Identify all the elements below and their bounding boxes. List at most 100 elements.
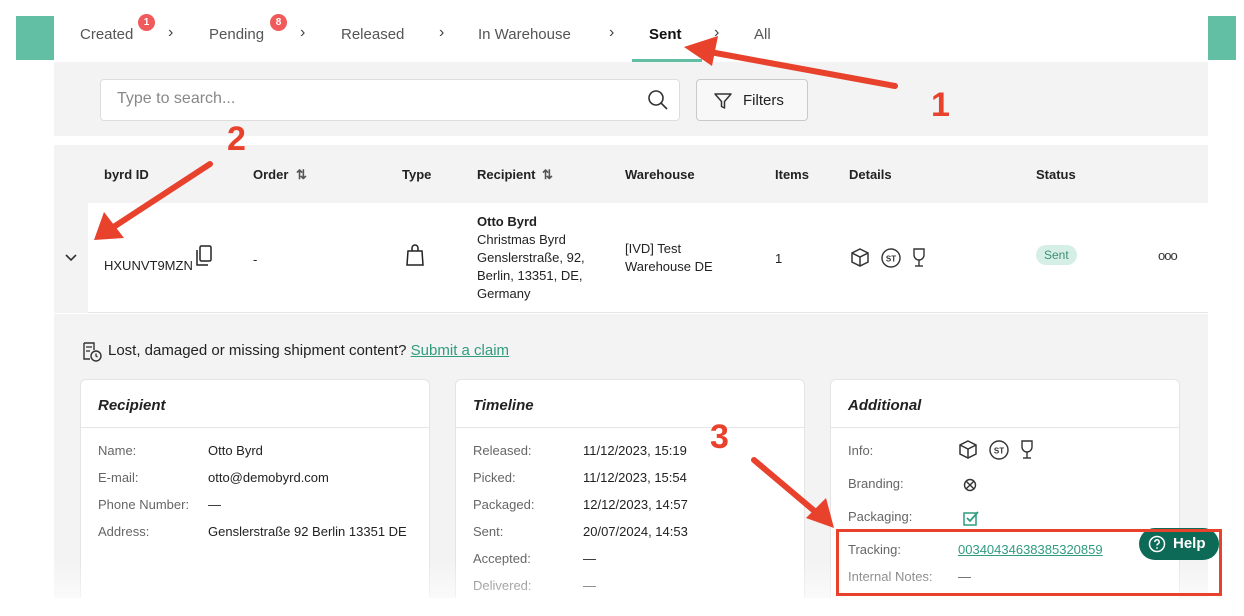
recipient-line: Christmas Byrd: [477, 232, 566, 247]
chevron-down-icon: [65, 254, 77, 262]
tab-all[interactable]: All: [754, 26, 771, 43]
more-actions-icon[interactable]: ooo: [1158, 248, 1178, 263]
warehouse-line: Warehouse DE: [625, 259, 713, 274]
recipient-line: Berlin, 13351, DE,: [477, 268, 583, 283]
none-circle-icon: [963, 478, 977, 492]
col-warehouse: Warehouse: [625, 167, 695, 182]
search-input[interactable]: [117, 90, 637, 108]
recipient-card: Recipient Name: Otto Byrd E-mail: otto@d…: [80, 379, 430, 598]
chevron-right-icon: ›: [300, 24, 306, 41]
card-title: Recipient: [98, 397, 166, 414]
annotation-number-3: 3: [710, 418, 729, 456]
branding-label: Branding:: [848, 476, 904, 491]
email-label: E-mail:: [98, 470, 139, 485]
info-icons: ST: [959, 440, 1033, 460]
tab-created-badge: 1: [138, 14, 155, 31]
annotation-number-2: 2: [227, 120, 246, 158]
shopping-bag-icon: [406, 244, 424, 266]
warehouse-cell: [IVD] Test Warehouse DE: [625, 240, 713, 276]
tracking-highlight-box: [836, 529, 1222, 596]
delivered-label: Delivered:: [473, 578, 532, 593]
claim-notice: Lost, damaged or missing shipment conten…: [82, 342, 509, 362]
tab-created[interactable]: Created: [80, 26, 133, 43]
col-recipient[interactable]: Recipient: [477, 167, 536, 182]
chevron-right-icon: ›: [714, 24, 720, 41]
divider: [831, 427, 1179, 428]
col-details: Details: [849, 167, 892, 182]
packaged-label: Packaged:: [473, 497, 535, 512]
right-accent-bar: [1208, 16, 1236, 60]
status-badge: Sent: [1036, 245, 1077, 265]
recipient-cell: Otto Byrd Christmas Byrd Genslerstraße, …: [477, 213, 585, 303]
package-icon: [851, 248, 869, 267]
status-tabs: Created 1 › Pending 8 › Released › In Wa…: [54, 0, 1208, 62]
document-clock-icon: [83, 342, 102, 362]
card-title: Additional: [848, 397, 922, 414]
claim-text: Lost, damaged or missing shipment conten…: [108, 342, 407, 359]
released-label: Released:: [473, 443, 532, 458]
address-value: Genslerstraße 92 Berlin 13351 DE: [208, 524, 407, 539]
tab-pending[interactable]: Pending: [209, 26, 264, 43]
delivered-value: —: [583, 578, 596, 593]
name-value: Otto Byrd: [208, 443, 263, 458]
tab-released[interactable]: Released: [341, 26, 404, 43]
st-badge-icon: ST: [989, 440, 1009, 460]
fragile-glass-icon: [913, 248, 925, 267]
package-icon: [959, 440, 977, 459]
picked-label: Picked:: [473, 470, 516, 485]
address-label: Address:: [98, 524, 150, 539]
fragile-glass-icon: [1021, 440, 1033, 459]
submit-claim-link[interactable]: Submit a claim: [411, 342, 509, 359]
svg-text:ST: ST: [994, 447, 1004, 456]
svg-text:ST: ST: [886, 255, 896, 264]
shipments-panel: Created 1 › Pending 8 › Released › In Wa…: [54, 0, 1208, 598]
checkbox-checked-icon: [963, 511, 979, 526]
order-value: -: [253, 252, 258, 267]
left-accent-bar: [16, 16, 54, 60]
sent-label: Sent:: [473, 524, 504, 539]
col-byrd-id: byrd ID: [104, 167, 149, 182]
picked-value: 11/12/2023, 15:54: [583, 470, 687, 485]
name-label: Name:: [98, 443, 137, 458]
recipient-line: Germany: [477, 286, 531, 301]
card-title: Timeline: [473, 397, 534, 414]
chevron-right-icon: ›: [168, 24, 174, 41]
recipient-name: Otto Byrd: [477, 214, 537, 229]
table-row[interactable]: HXUNVT9MZN - Otto Byrd Christmas Byrd Ge…: [54, 203, 1208, 313]
sent-value: 20/07/2024, 14:53: [583, 524, 688, 539]
warehouse-line: [IVD] Test: [625, 241, 682, 256]
tab-pending-badge: 8: [270, 14, 287, 31]
tab-sent[interactable]: Sent: [649, 26, 682, 43]
phone-value: —: [208, 497, 221, 512]
search-box: [100, 79, 680, 121]
chevron-right-icon: ›: [609, 24, 615, 41]
st-badge-icon: ST: [881, 248, 901, 268]
col-order[interactable]: Order: [253, 167, 288, 182]
items-value: 1: [775, 251, 783, 266]
released-value: 11/12/2023, 15:19: [583, 443, 687, 458]
sort-icon[interactable]: ⇅: [542, 167, 553, 183]
timeline-card: Timeline Released: 11/12/2023, 15:19 Pic…: [455, 379, 805, 598]
col-status: Status: [1036, 167, 1076, 182]
col-type: Type: [402, 167, 432, 182]
expand-row-toggle[interactable]: [54, 203, 88, 313]
annotation-number-1: 1: [931, 86, 950, 124]
chevron-right-icon: ›: [439, 24, 445, 41]
filters-label: Filters: [743, 92, 784, 109]
accepted-label: Accepted:: [473, 551, 531, 566]
email-value: otto@demobyrd.com: [208, 470, 329, 485]
filters-button[interactable]: Filters: [696, 79, 808, 121]
col-items: Items: [775, 167, 809, 182]
recipient-line: Genslerstraße, 92,: [477, 250, 585, 265]
accepted-value: —: [583, 551, 596, 566]
copy-icon[interactable]: [195, 245, 213, 267]
divider: [456, 427, 804, 428]
search-icon[interactable]: [647, 89, 669, 111]
info-label: Info:: [848, 443, 874, 458]
details-icons: ST: [851, 248, 925, 268]
tab-in-warehouse[interactable]: In Warehouse: [478, 26, 571, 43]
sort-icon[interactable]: ⇅: [296, 167, 307, 183]
filter-icon: [714, 93, 732, 109]
phone-label: Phone Number:: [98, 497, 190, 512]
packaging-label: Packaging:: [848, 509, 913, 524]
